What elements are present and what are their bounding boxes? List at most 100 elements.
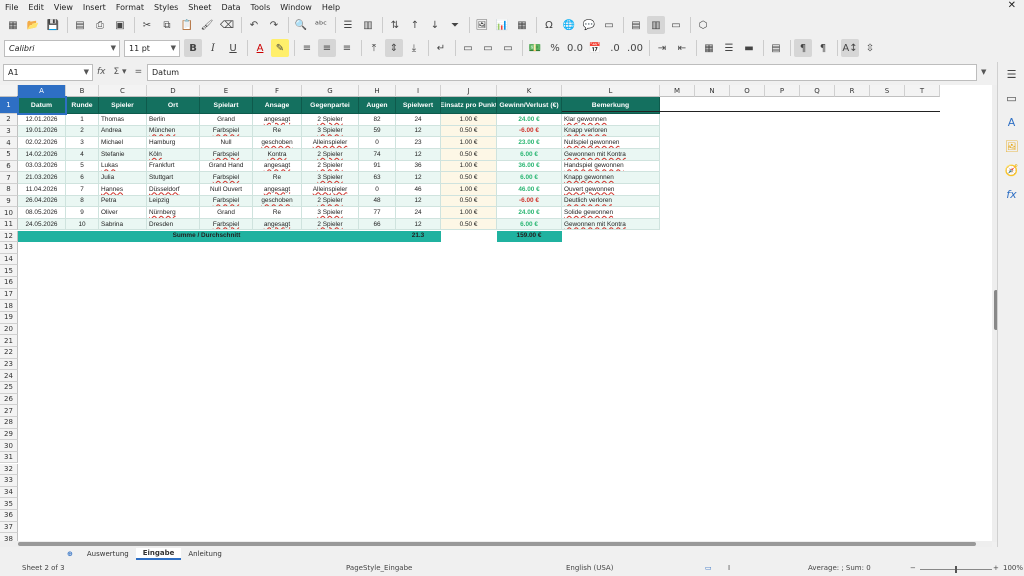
table-cell[interactable]: 0.50 €	[441, 148, 497, 161]
undo-icon[interactable]: ↶	[245, 16, 263, 34]
close-document-icon[interactable]: ✕	[1008, 0, 1016, 11]
table-cell[interactable]: Null Ouvert	[200, 183, 253, 196]
table-cell[interactable]: 0.50 €	[441, 125, 497, 138]
table-cell[interactable]: 08.05.2026	[18, 207, 66, 219]
row-header-17[interactable]: 17	[0, 288, 18, 301]
export-pdf-icon[interactable]: ▤	[71, 16, 89, 34]
chevron-down-icon[interactable]: ▼	[84, 68, 89, 76]
underline-icon[interactable]: U	[224, 39, 242, 57]
row-header-24[interactable]: 24	[0, 370, 18, 382]
table-cell[interactable]: Deutlich verloren	[562, 195, 660, 208]
table-cell[interactable]: Knapp gewonnen	[562, 172, 660, 184]
properties-icon[interactable]: ▭	[998, 86, 1024, 110]
table-cell[interactable]: Farbspiel	[200, 218, 253, 231]
sort-descending-icon[interactable]: ↓	[426, 16, 444, 34]
formula-equals-icon[interactable]: =	[135, 67, 143, 77]
table-cell[interactable]: 2 Spieler	[302, 160, 359, 173]
row-header-25[interactable]: 25	[0, 381, 18, 394]
table-cell[interactable]: 14.02.2026	[18, 148, 66, 161]
table-cell[interactable]: 12.01.2026	[18, 114, 66, 126]
table-cell[interactable]: Oliver	[99, 207, 147, 219]
unmerge-cells-icon[interactable]: ▭	[499, 39, 517, 57]
table-cell[interactable]: 6.00 €	[497, 218, 562, 231]
table-cell[interactable]: 24.00 €	[497, 207, 562, 219]
row-header-11[interactable]: 11	[0, 218, 18, 231]
table-cell[interactable]: Sabrina	[99, 218, 147, 231]
column-header-t[interactable]: T	[905, 85, 940, 97]
insert-image-icon[interactable]: 🖼	[473, 16, 491, 34]
table-cell[interactable]: 66	[359, 218, 396, 231]
sum-spielwert-cell[interactable]: 21.3	[396, 230, 441, 243]
table-cell[interactable]: 21.03.2026	[18, 172, 66, 184]
column-header-q[interactable]: Q	[800, 85, 835, 97]
table-cell[interactable]: Julia	[99, 172, 147, 184]
table-cell[interactable]: 2	[66, 125, 99, 138]
bold-icon[interactable]: B	[184, 39, 202, 57]
row-header-13[interactable]: 13	[0, 242, 18, 254]
table-cell[interactable]: Solide gewonnen	[562, 207, 660, 219]
menu-item-styles[interactable]: Styles	[149, 3, 183, 12]
delete-decimal-icon[interactable]: .00	[626, 39, 644, 57]
table-cell[interactable]: Knapp verloren	[562, 125, 660, 138]
menu-item-sheet[interactable]: Sheet	[183, 3, 216, 12]
table-cell[interactable]: Nürnberg	[147, 207, 200, 219]
menu-item-edit[interactable]: Edit	[23, 3, 49, 12]
table-cell[interactable]: 3 Spieler	[302, 207, 359, 219]
column-header-p[interactable]: P	[765, 85, 800, 97]
merge-cells-icon[interactable]: ▭	[459, 39, 477, 57]
table-cell[interactable]: 24	[396, 114, 441, 126]
tab-eingabe[interactable]: Eingabe	[135, 548, 182, 560]
split-window-icon[interactable]: ▭	[667, 16, 685, 34]
column-header-l[interactable]: L	[562, 85, 660, 97]
special-character-icon[interactable]: Ω	[540, 16, 558, 34]
row-header-10[interactable]: 10	[0, 207, 18, 219]
table-cell[interactable]: Grand	[200, 207, 253, 219]
table-cell[interactable]: 4	[66, 148, 99, 161]
border-color-icon[interactable]: ▬	[740, 39, 758, 57]
column-header-n[interactable]: N	[695, 85, 730, 97]
formula-input[interactable]: Datum	[147, 63, 977, 81]
row-header-3[interactable]: 3	[0, 125, 18, 138]
table-cell[interactable]: Farbspiel	[200, 172, 253, 184]
row-header-30[interactable]: 30	[0, 440, 18, 452]
table-cell[interactable]: Klar gewonnen	[562, 114, 660, 126]
cut-icon[interactable]: ✂	[138, 16, 156, 34]
column-header-b[interactable]: B	[66, 85, 99, 97]
row-header-32[interactable]: 32	[0, 463, 18, 476]
sum-icon[interactable]: Σ ▾	[114, 67, 127, 77]
row-header-27[interactable]: 27	[0, 405, 18, 417]
row-header-12[interactable]: 12	[0, 230, 18, 243]
table-cell[interactable]: Grand	[200, 114, 253, 126]
table-cell[interactable]: angesagt	[253, 218, 302, 231]
row-header-16[interactable]: 16	[0, 277, 18, 289]
table-cell[interactable]: 2 Spieler	[302, 114, 359, 126]
table-cell[interactable]: 0	[359, 137, 396, 149]
navigator-icon[interactable]: 🧭	[998, 158, 1024, 182]
table-cell[interactable]: 23.00 €	[497, 137, 562, 149]
new-document-icon[interactable]: ▦	[4, 16, 22, 34]
table-cell[interactable]: Thomas	[99, 114, 147, 126]
align-top-icon[interactable]: ⤒	[365, 39, 383, 57]
add-decimal-icon[interactable]: .0	[606, 39, 624, 57]
table-cell[interactable]: 77	[359, 207, 396, 219]
insert-chart-icon[interactable]: 📊	[493, 16, 511, 34]
column-icon[interactable]: ▥	[359, 16, 377, 34]
table-cell[interactable]: 0.50 €	[441, 172, 497, 184]
hyperlink-icon[interactable]: 🌐	[560, 16, 578, 34]
table-cell[interactable]: Gewonnen mit Kontra	[562, 148, 660, 161]
redo-icon[interactable]: ↷	[265, 16, 283, 34]
row-header-7[interactable]: 7	[0, 172, 18, 184]
table-cell[interactable]: 12	[396, 195, 441, 208]
row-header-9[interactable]: 9	[0, 195, 18, 208]
row-header-34[interactable]: 34	[0, 486, 18, 499]
table-cell[interactable]: Alleinspieler	[302, 183, 359, 196]
table-cell[interactable]: geschoben	[253, 195, 302, 208]
table-cell[interactable]: Hannes	[99, 183, 147, 196]
font-size-box[interactable]: 11 pt ▼	[124, 39, 180, 57]
table-cell[interactable]: 23	[396, 137, 441, 149]
border-style-icon[interactable]: ☰	[720, 39, 738, 57]
table-cell[interactable]: 0	[359, 183, 396, 196]
zoom-slider-knob[interactable]	[955, 566, 957, 573]
table-cell[interactable]: 11.04.2026	[18, 183, 66, 196]
row-header-36[interactable]: 36	[0, 510, 18, 522]
